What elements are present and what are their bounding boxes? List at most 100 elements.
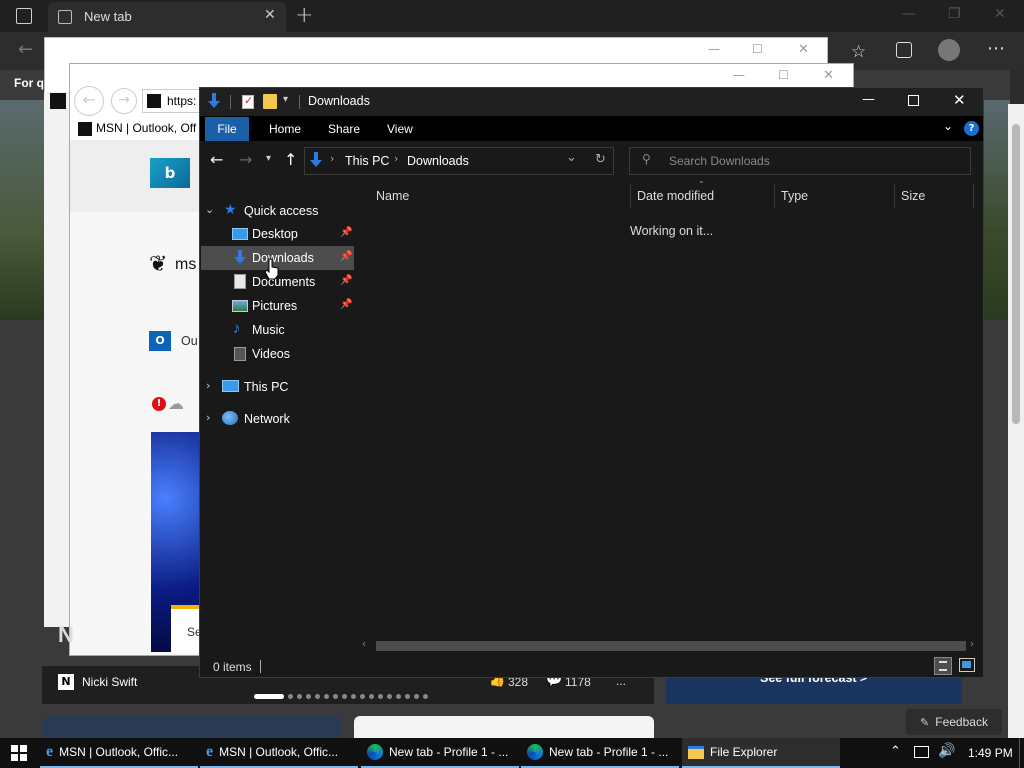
edge-close-icon[interactable]: ✕ bbox=[994, 6, 1006, 22]
ribbon-home-tab[interactable]: Home bbox=[269, 117, 301, 141]
pin-icon[interactable]: 📌 bbox=[340, 275, 352, 286]
quick-access-collapse-icon[interactable]: ⌄ bbox=[205, 203, 214, 216]
settings-more-icon[interactable]: ⋯ bbox=[987, 38, 1005, 59]
windows-start-icon[interactable] bbox=[11, 745, 27, 761]
ribbon-share-tab[interactable]: Share bbox=[328, 117, 360, 141]
breadcrumb-downloads[interactable]: Downloads bbox=[407, 154, 469, 168]
back-arrow-icon[interactable]: ← bbox=[210, 150, 223, 169]
msn-back-close-icon[interactable]: ✕ bbox=[798, 42, 809, 57]
taskbar-item-label: New tab - Profile 1 - ... bbox=[389, 745, 509, 759]
taskbar-item-edge-new-tab-1[interactable]: New tab - Profile 1 - ... bbox=[361, 738, 519, 768]
taskbar-item-edge-new-tab-2[interactable]: New tab - Profile 1 - ... bbox=[521, 738, 679, 768]
column-divider[interactable] bbox=[894, 184, 895, 208]
large-icons-view-button[interactable] bbox=[959, 658, 975, 672]
scroll-thumb[interactable] bbox=[376, 641, 966, 651]
alert-icon: ! bbox=[152, 397, 166, 411]
forward-arrow-icon[interactable]: → bbox=[239, 150, 252, 169]
explorer-maximize-icon[interactable] bbox=[908, 95, 919, 106]
column-divider[interactable] bbox=[973, 184, 974, 208]
breadcrumb-this-pc[interactable]: This PC bbox=[345, 154, 389, 168]
column-header-type[interactable]: Type bbox=[781, 184, 808, 208]
pin-icon[interactable]: 📌 bbox=[340, 251, 352, 262]
msn-back-minimize-icon[interactable]: — bbox=[708, 42, 720, 56]
taskbar-item-label: MSN | Outlook, Offic... bbox=[59, 745, 179, 759]
ie-address-bar[interactable]: https: bbox=[142, 89, 202, 113]
ie-close-icon[interactable]: ✕ bbox=[823, 68, 834, 83]
nav-item-label: Videos bbox=[252, 347, 290, 361]
outlook-icon[interactable]: O bbox=[149, 331, 171, 351]
nav-item-videos[interactable]: Videos bbox=[201, 342, 354, 366]
collections-icon[interactable] bbox=[896, 42, 912, 58]
breadcrumb-chevron-icon[interactable]: › bbox=[330, 152, 334, 165]
explorer-close-icon[interactable]: ✕ bbox=[953, 91, 966, 109]
favorites-icon[interactable]: ☆ bbox=[851, 42, 866, 62]
feedback-button[interactable]: ✎ Feedback bbox=[906, 709, 1002, 735]
network-status-icon[interactable] bbox=[914, 746, 929, 758]
scroll-right-icon[interactable]: › bbox=[970, 639, 974, 650]
edge-back-icon[interactable]: ← bbox=[18, 39, 33, 60]
address-dropdown-icon[interactable]: ⌄ bbox=[566, 150, 577, 165]
qat-customize-icon[interactable]: ▾ bbox=[283, 94, 288, 105]
column-header-name[interactable]: Name bbox=[376, 184, 409, 208]
details-view-button[interactable] bbox=[934, 657, 952, 675]
column-header-date-modified[interactable]: Date modified bbox=[637, 184, 714, 208]
edge-scrollbar[interactable] bbox=[1008, 104, 1024, 740]
ribbon-file-tab[interactable]: File bbox=[205, 117, 249, 141]
breadcrumb-chevron-icon[interactable]: › bbox=[394, 152, 398, 165]
feed-source-logo: N bbox=[58, 674, 74, 690]
volume-icon[interactable]: 🔊 bbox=[938, 743, 955, 759]
show-desktop-button[interactable] bbox=[1019, 738, 1024, 768]
profile-avatar[interactable] bbox=[938, 39, 960, 61]
ribbon-view-tab[interactable]: View bbox=[387, 117, 413, 141]
new-tab-button[interactable]: + bbox=[295, 3, 313, 28]
edge-minimize-icon[interactable]: — bbox=[902, 6, 916, 22]
tab-actions-icon[interactable] bbox=[16, 8, 32, 24]
msn-back-maximize-icon[interactable]: ☐ bbox=[752, 42, 763, 56]
recent-locations-icon[interactable]: ▾ bbox=[266, 153, 271, 164]
feed-source-name[interactable]: Nicki Swift bbox=[82, 675, 137, 689]
ie-back-button[interactable]: ← bbox=[74, 86, 104, 116]
outlook-label[interactable]: Ou bbox=[181, 334, 198, 348]
favorites-bar-partial[interactable]: For q bbox=[14, 76, 44, 90]
ie-maximize-icon[interactable]: ☐ bbox=[778, 68, 789, 82]
clock-time[interactable]: 1:49 PM bbox=[968, 746, 1013, 760]
refresh-icon[interactable]: ↻ bbox=[595, 152, 606, 167]
column-header-size[interactable]: Size bbox=[901, 184, 925, 208]
qat-new-folder-icon[interactable] bbox=[263, 94, 277, 109]
edge-restore-icon[interactable]: ❐ bbox=[948, 6, 961, 22]
ie-forward-button[interactable]: → bbox=[111, 88, 137, 114]
taskbar-item-file-explorer[interactable]: File Explorer bbox=[682, 738, 840, 768]
pin-icon[interactable]: 📌 bbox=[340, 227, 352, 238]
up-arrow-icon[interactable]: ↑ bbox=[284, 150, 297, 169]
column-divider[interactable] bbox=[630, 184, 631, 208]
quick-access-label[interactable]: Quick access bbox=[244, 204, 318, 218]
scroll-left-icon[interactable]: ‹ bbox=[362, 639, 366, 650]
taskbar-item-ie-msn-2[interactable]: e MSN | Outlook, Offic... bbox=[200, 738, 358, 768]
nav-item-desktop[interactable]: Desktop 📌 bbox=[201, 222, 354, 246]
explorer-minimize-icon[interactable]: — bbox=[862, 92, 875, 107]
this-pc-label[interactable]: This PC bbox=[244, 380, 288, 394]
ie-tab[interactable]: MSN | Outlook, Off bbox=[74, 118, 200, 140]
qat-properties-icon[interactable]: ✓ bbox=[242, 94, 254, 109]
network-expand-icon[interactable]: › bbox=[206, 411, 210, 424]
taskbar-item-label: File Explorer bbox=[710, 745, 778, 759]
network-label[interactable]: Network bbox=[244, 412, 290, 426]
ie-minimize-icon[interactable]: — bbox=[733, 68, 745, 82]
edge-tab-new-tab[interactable]: New tab ✕ bbox=[48, 2, 286, 32]
horizontal-scrollbar[interactable]: ‹ › bbox=[360, 638, 983, 654]
pin-icon[interactable]: 📌 bbox=[340, 299, 352, 310]
column-divider[interactable] bbox=[774, 184, 775, 208]
bing-logo[interactable]: b bbox=[150, 158, 190, 188]
taskbar-item-ie-msn-1[interactable]: e MSN | Outlook, Offic... bbox=[40, 738, 198, 768]
cloud-icon: ☁ bbox=[168, 394, 184, 413]
help-icon[interactable]: ? bbox=[964, 121, 979, 136]
show-hidden-icons-icon[interactable]: ⌃ bbox=[890, 744, 901, 759]
nav-item-pictures[interactable]: Pictures 📌 bbox=[201, 294, 354, 318]
expand-ribbon-icon[interactable]: ⌄ bbox=[943, 119, 953, 133]
close-tab-icon[interactable]: ✕ bbox=[264, 7, 276, 23]
this-pc-expand-icon[interactable]: › bbox=[206, 379, 210, 392]
msn-promo-card[interactable]: Se bbox=[171, 605, 202, 653]
nav-item-music[interactable]: ♪ Music bbox=[201, 318, 354, 342]
bottom-card-left bbox=[42, 716, 342, 740]
carousel-dots[interactable] bbox=[254, 692, 444, 700]
